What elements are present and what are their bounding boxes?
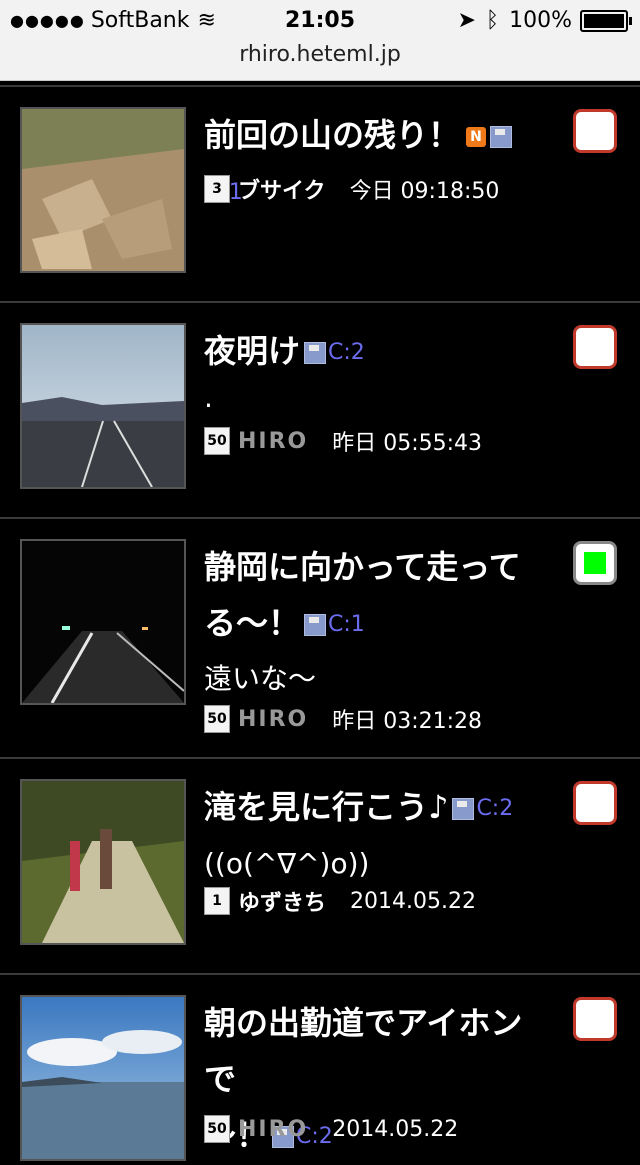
list-item[interactable]: 滝を見に行こう♪ C:2 ((o(^∇^)o)) 1 ゆずきち 2014.05.2…	[0, 757, 640, 973]
comment-count[interactable]: C:1	[328, 612, 365, 637]
post-thumbnail[interactable]	[20, 323, 186, 489]
battery-icon	[580, 9, 632, 32]
post-time: 2014.05.22	[332, 1116, 459, 1142]
post-list: 前回の山の残り！N C:1 3 ブサイク 今日 09:18:50	[0, 85, 640, 1161]
rank-badge: 3	[204, 175, 230, 203]
post-title[interactable]: 静岡に向かって走って る〜！ C:1	[204, 539, 544, 653]
post-body: .	[204, 381, 213, 414]
list-item[interactable]: 前回の山の残り！NC:1 3 ブサイク 今日 09:18:50	[0, 85, 640, 301]
address-bar[interactable]: rhiro.heteml.jp	[0, 42, 640, 67]
list-item[interactable]: 静岡に向かって走って る〜！ C:1 遠いな〜 50 HIRO 昨日 03:21:…	[0, 517, 640, 757]
select-checkbox[interactable]	[573, 541, 617, 585]
post-title[interactable]: 滝を見に行こう♪ C:2	[204, 779, 544, 837]
post-time: 昨日 03:21:28	[332, 709, 483, 734]
rank-badge: 1	[204, 887, 230, 915]
post-time: 昨日 05:55:43	[332, 431, 483, 456]
post-meta: 50 HIRO 昨日 05:55:43	[204, 425, 482, 457]
select-checkbox[interactable]	[573, 997, 617, 1041]
post-title[interactable]: 夜明け C:2	[204, 323, 544, 381]
rank-badge: 50	[204, 705, 230, 733]
status-bar: ●●●●● SoftBank ≋ 21:05 ➤ ᛒ 100% rhiro.he…	[0, 0, 640, 81]
post-body: ((o(^∇^)o))	[204, 847, 370, 880]
list-item[interactable]: 夜明け C:2 . 50 HIRO 昨日 05:55:43	[0, 301, 640, 517]
author-name[interactable]: ブサイク	[238, 173, 326, 205]
save-icon	[304, 614, 327, 636]
author-name[interactable]: HIRO	[238, 707, 308, 732]
list-item[interactable]: 朝の出勤道でアイホンで 〜！ C:2 50 HIRO 2014.05.22	[0, 973, 640, 1161]
select-checkbox[interactable]	[573, 781, 617, 825]
author-name[interactable]: HIRO	[238, 429, 308, 454]
select-checkbox[interactable]	[573, 109, 617, 153]
author-name[interactable]: ゆずきち	[238, 885, 326, 917]
post-time: 2014.05.22	[350, 888, 476, 914]
post-title-text: 静岡に向かって走って	[204, 548, 521, 586]
post-title-text: 前回の山の残り！	[204, 116, 461, 154]
rank-badge: 50	[204, 1115, 230, 1143]
select-checkbox[interactable]	[573, 325, 617, 369]
post-thumbnail[interactable]	[20, 539, 186, 705]
save-icon	[304, 342, 327, 364]
post-body: 遠いな〜	[204, 662, 317, 695]
comment-count[interactable]: C:2	[328, 340, 365, 365]
author-name[interactable]: HIRO	[238, 1117, 308, 1142]
save-icon	[490, 126, 513, 148]
comment-count[interactable]: C:2	[476, 796, 513, 821]
status-right: ➤ ᛒ 100%	[447, 8, 632, 33]
post-time: 今日 09:18:50	[349, 179, 500, 204]
post-title-text: 夜明け	[204, 332, 301, 370]
post-thumbnail[interactable]	[20, 995, 186, 1161]
battery-label: 100%	[509, 8, 572, 33]
new-icon: N	[466, 127, 487, 147]
rank-badge: 50	[204, 427, 230, 455]
post-thumbnail[interactable]	[20, 107, 186, 273]
location-icon: ➤	[457, 8, 476, 33]
post-meta: 1 ゆずきち 2014.05.22	[204, 885, 476, 917]
bluetooth-icon: ᛒ	[485, 8, 500, 33]
post-title-text: 滝を見に行こう♪	[204, 788, 449, 826]
save-icon	[452, 798, 475, 820]
post-title-text: る〜！	[204, 604, 301, 642]
post-meta: 50 HIRO 2014.05.22	[204, 1115, 458, 1143]
post-thumbnail[interactable]	[20, 779, 186, 945]
post-meta: 3 ブサイク 今日 09:18:50	[204, 173, 499, 205]
post-title-text: 朝の出勤道でアイホンで	[204, 1004, 523, 1098]
post-meta: 50 HIRO 昨日 03:21:28	[204, 703, 482, 735]
